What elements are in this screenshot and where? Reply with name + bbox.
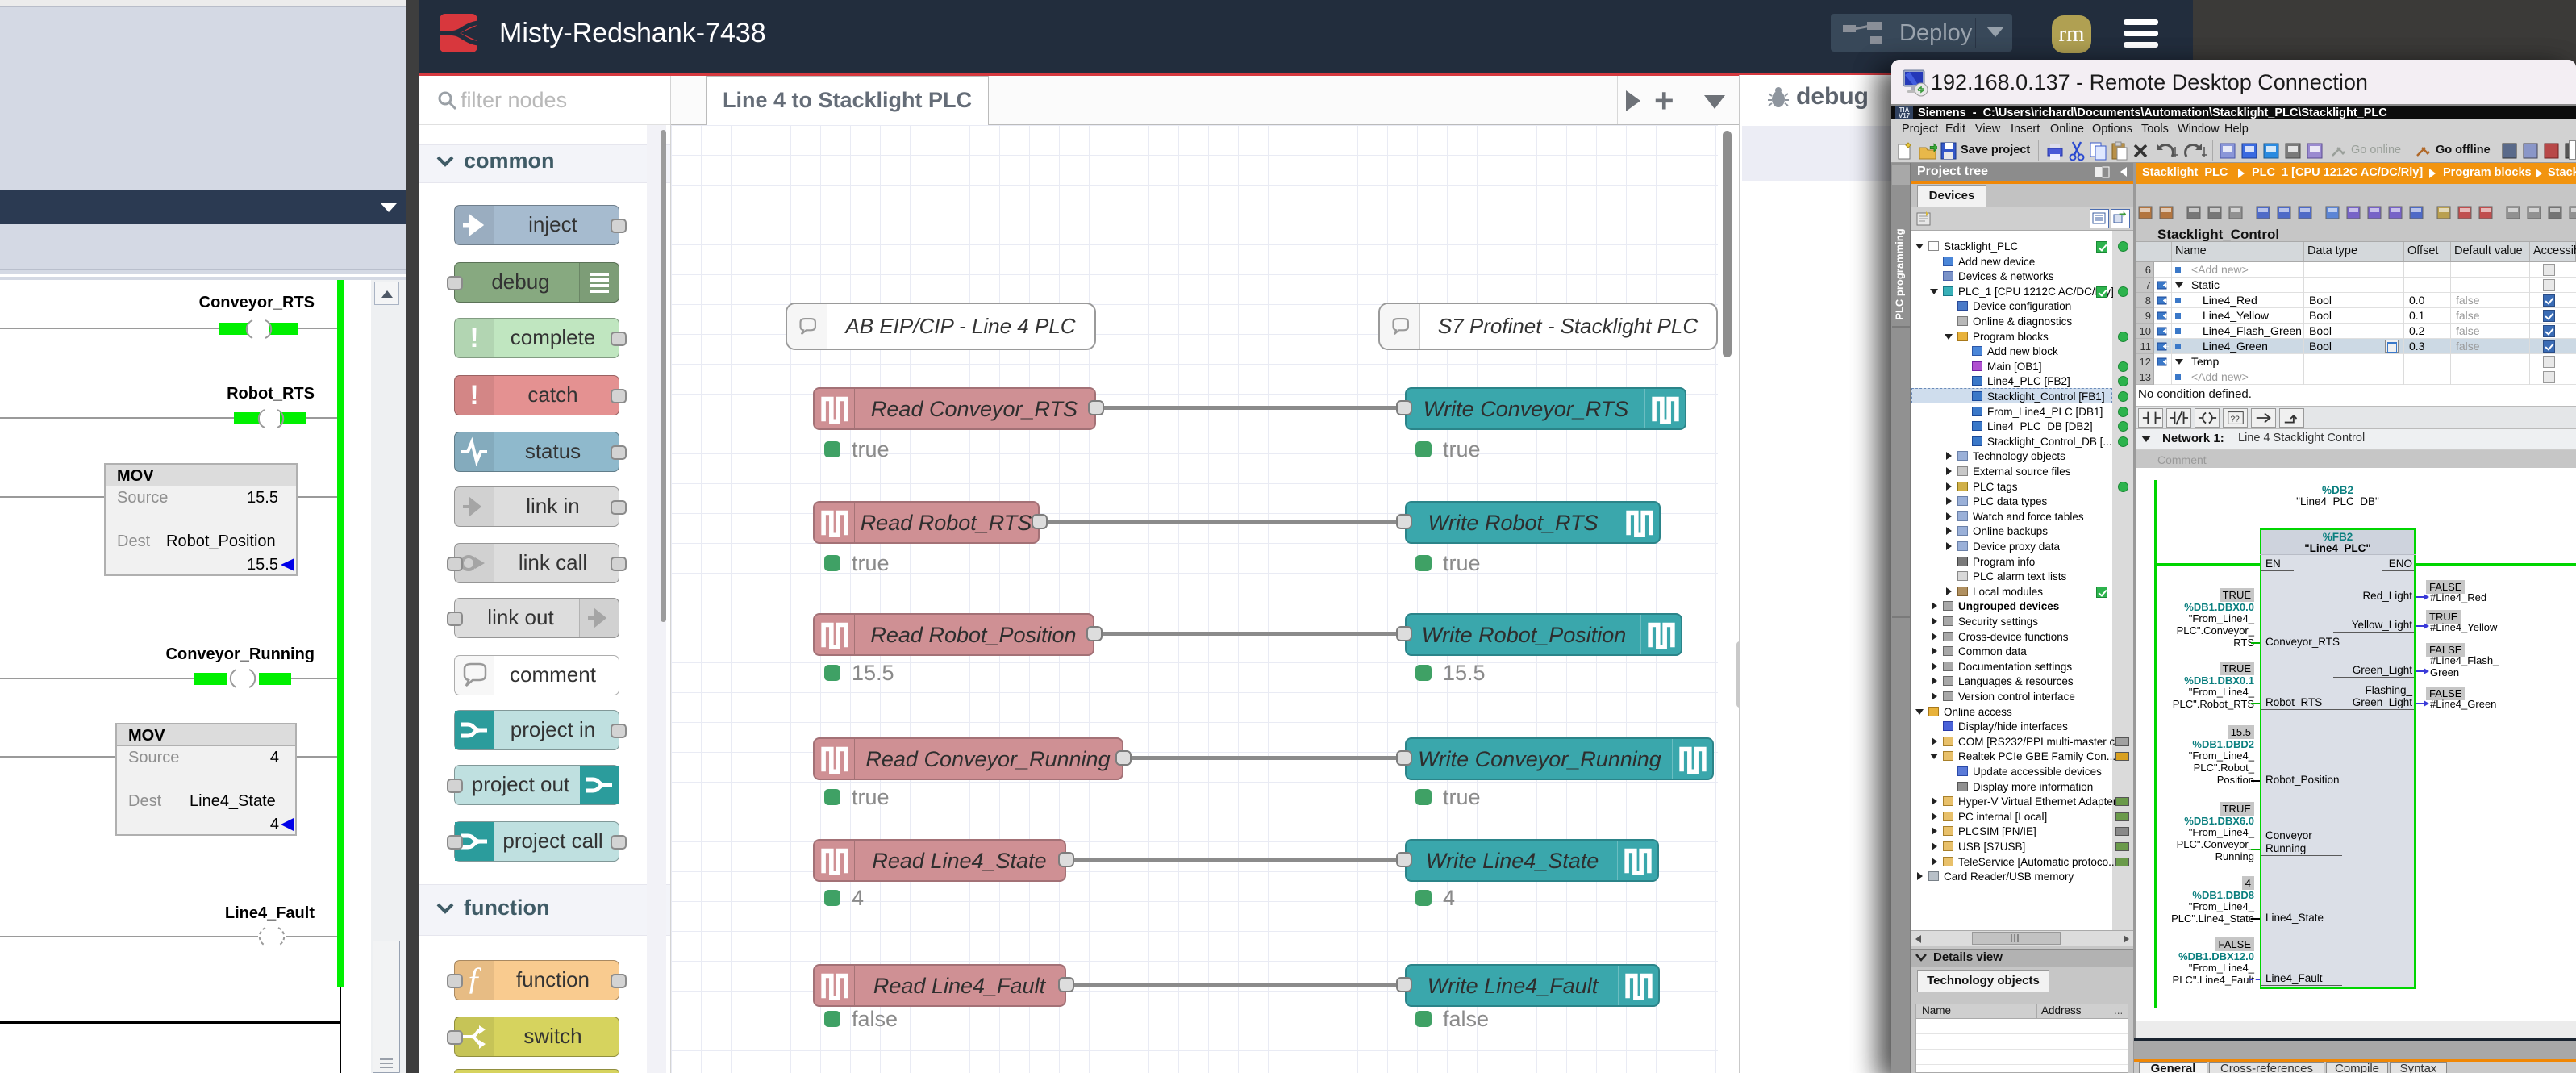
svg-text:??: ?? bbox=[2231, 415, 2240, 424]
